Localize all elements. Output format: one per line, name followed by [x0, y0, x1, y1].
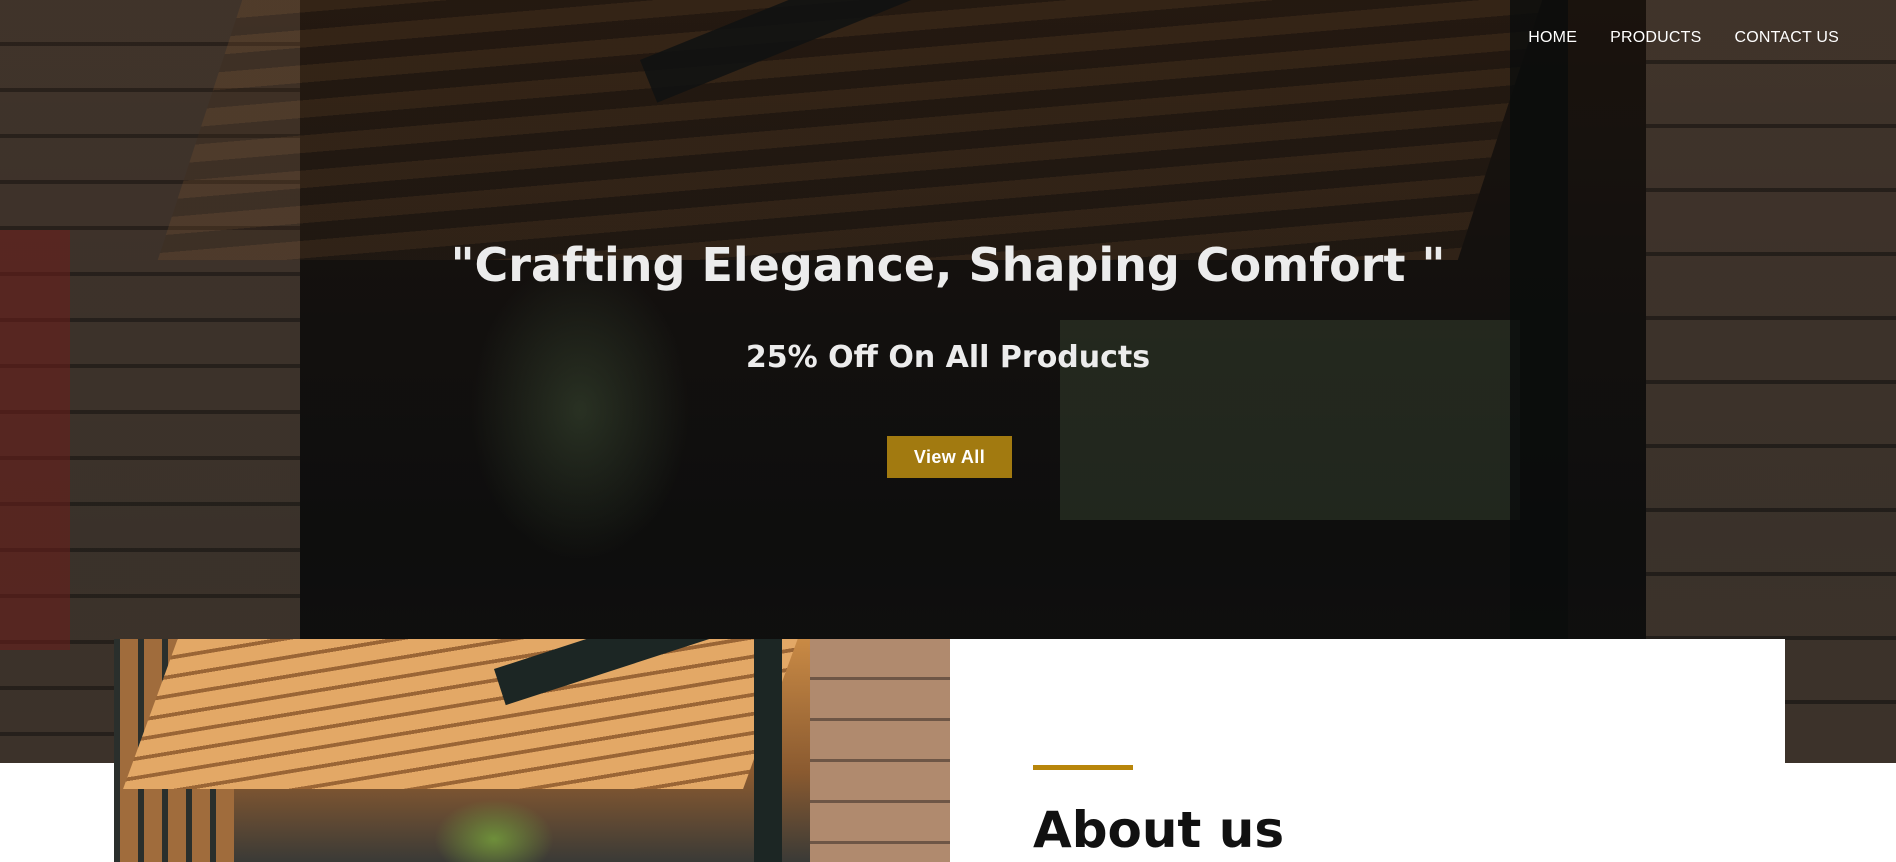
about-image	[114, 639, 950, 862]
hero-background-ceiling	[157, 0, 1543, 260]
about-image-ceiling	[123, 639, 805, 789]
main-nav: HOME PRODUCTS CONTACT US	[1528, 29, 1839, 47]
hero-title: "Crafting Elegance, Shaping Comfort "	[450, 238, 1446, 292]
nav-contact-link[interactable]: CONTACT US	[1734, 29, 1839, 47]
about-image-plant	[434, 799, 554, 862]
nav-products-link[interactable]: PRODUCTS	[1610, 29, 1701, 47]
nav-home-link[interactable]: HOME	[1528, 29, 1577, 47]
about-accent-line	[1033, 765, 1133, 770]
about-title: About us	[1033, 801, 1285, 859]
about-panel: About us	[950, 639, 1785, 862]
view-all-button[interactable]: View All	[887, 436, 1012, 478]
about-image-wall	[810, 639, 950, 862]
about-image-post	[754, 639, 782, 862]
hero-background-painting	[0, 230, 70, 650]
hero-subtitle: 25% Off On All Products	[745, 340, 1151, 375]
hero-background-plant	[470, 260, 690, 560]
